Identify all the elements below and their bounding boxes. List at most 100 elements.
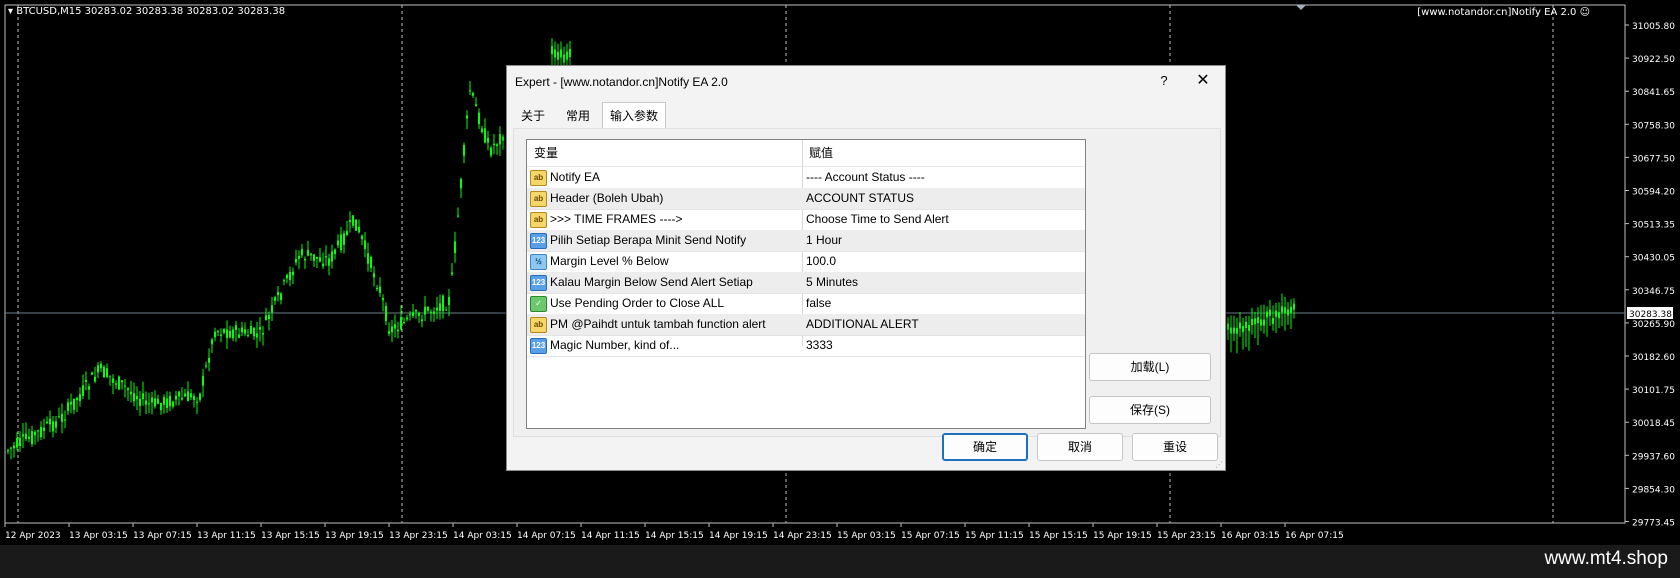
candle-body xyxy=(136,395,138,400)
price-tick-label: 30841.65 xyxy=(1632,88,1675,98)
candle-body xyxy=(1281,306,1283,313)
candle-body xyxy=(148,403,150,405)
candle-body xyxy=(118,376,120,390)
candle-body xyxy=(40,426,42,438)
candle-body xyxy=(415,310,417,312)
parameter-value[interactable]: 5 Minutes xyxy=(806,272,858,293)
candle-body xyxy=(259,327,261,330)
parameter-row[interactable]: ab PM @Paihdt untuk tambah function alert… xyxy=(527,314,1085,336)
candle-body xyxy=(493,143,495,146)
chart-menu-triangle-icon[interactable]: ▾ xyxy=(8,6,13,17)
parameter-value[interactable]: 1 Hour xyxy=(806,230,842,251)
candle-body xyxy=(397,329,399,332)
price-tick-label: 29854.30 xyxy=(1632,485,1675,495)
close-button[interactable]: ✕ xyxy=(1191,71,1215,91)
candle-body xyxy=(436,307,438,311)
parameter-name: Kalau Margin Below Send Alert Setiap xyxy=(550,275,753,289)
parameter-row[interactable]: ab Header (Boleh Ubah) ACCOUNT STATUS xyxy=(527,188,1085,210)
candle-body xyxy=(241,327,243,333)
candle-body xyxy=(217,331,219,333)
candle-body xyxy=(115,383,117,385)
candle-body xyxy=(496,144,498,146)
candle-body xyxy=(304,258,306,261)
candle-body xyxy=(1236,327,1238,334)
header-variable[interactable]: 变量 xyxy=(534,140,558,166)
candle-body xyxy=(367,253,369,264)
parameter-row[interactable]: ½ Margin Level % Below 100.0 xyxy=(527,251,1085,273)
time-tick-label: 14 Apr 19:15 xyxy=(709,531,768,541)
candle-body xyxy=(490,147,492,156)
candle-body xyxy=(286,274,288,279)
candle-body xyxy=(1233,327,1235,334)
header-value[interactable]: 赋值 xyxy=(809,140,833,166)
candle-body xyxy=(1230,327,1232,334)
parameter-row[interactable]: 123 Pilih Setiap Berapa Minit Send Notify… xyxy=(527,230,1085,252)
candle-body xyxy=(178,391,180,397)
candle-body xyxy=(262,333,264,335)
parameter-row[interactable]: ab Notify EA ---- Account Status ---- xyxy=(527,167,1085,189)
parameter-row[interactable]: ab >>> TIME FRAMES ----> Choose Time to Se… xyxy=(527,209,1085,231)
candle-body xyxy=(394,324,396,329)
dialog-titlebar[interactable]: Expert - [www.notandor.cn]Notify EA 2.0 … xyxy=(507,66,1225,96)
candle-body xyxy=(1254,318,1256,325)
time-tick-label: 13 Apr 07:15 xyxy=(133,531,192,541)
candle-body xyxy=(424,306,426,315)
candle-body xyxy=(1284,307,1286,314)
time-tick-label: 14 Apr 07:15 xyxy=(517,531,576,541)
parameter-value[interactable]: ADDITIONAL ALERT xyxy=(806,314,919,335)
time-tick-label: 14 Apr 15:15 xyxy=(645,531,704,541)
tab-input-parameters[interactable]: 输入参数 xyxy=(602,102,666,129)
tab-about[interactable]: 关于 xyxy=(513,105,553,127)
price-tick-label: 30018.45 xyxy=(1632,419,1675,429)
symbol-info: ▾ BTCUSD,M15 30283.02 30283.38 30283.02 … xyxy=(8,6,285,17)
symbol-quote-line: BTCUSD,M15 30283.02 30283.38 30283.02 30… xyxy=(16,6,286,17)
save-button[interactable]: 保存(S) xyxy=(1089,396,1211,424)
parameter-name: PM @Paihdt untuk tambah function alert xyxy=(550,317,766,331)
ea-label-text: [www.notandor.cn]Notify EA 2.0 xyxy=(1417,7,1577,18)
candle-body xyxy=(151,397,153,403)
candle-body xyxy=(268,314,270,320)
candle-body xyxy=(160,403,162,411)
price-tick-label: 29773.45 xyxy=(1632,519,1675,529)
parameter-value[interactable]: Choose Time to Send Alert xyxy=(806,209,949,230)
candle-body xyxy=(307,249,309,256)
candle-body xyxy=(331,251,333,262)
tab-common[interactable]: 常用 xyxy=(557,105,599,127)
price-tick-label: 30265.90 xyxy=(1632,320,1675,330)
input-parameters-grid[interactable]: 变量 赋值 ab Notify EA ---- Account Status ---… xyxy=(526,139,1086,429)
candle-body xyxy=(1269,309,1271,316)
help-button[interactable]: ? xyxy=(1152,71,1176,91)
candle-body xyxy=(457,215,459,217)
time-tick-label: 14 Apr 23:15 xyxy=(773,531,832,541)
candle-body xyxy=(1266,311,1268,318)
string-type-icon: ab xyxy=(530,317,547,333)
time-tick-label: 15 Apr 23:15 xyxy=(1157,531,1216,541)
load-button[interactable]: 加载(L) xyxy=(1089,353,1211,381)
candle-body xyxy=(145,400,147,405)
current-price-label: 30283.38 xyxy=(1629,310,1672,320)
candle-body xyxy=(127,388,129,391)
reset-button[interactable]: 重设 xyxy=(1132,433,1218,461)
parameter-value[interactable]: 3333 xyxy=(806,335,833,356)
parameter-value[interactable]: false xyxy=(806,293,831,314)
candle-body xyxy=(364,240,366,250)
parameter-value[interactable]: 100.0 xyxy=(806,251,836,272)
parameter-row[interactable]: 123 Kalau Margin Below Send Alert Setiap 5… xyxy=(527,272,1085,294)
price-tick-label: 30677.50 xyxy=(1632,154,1675,164)
parameter-row[interactable]: ✓ Use Pending Order to Close ALL false xyxy=(527,293,1085,315)
parameter-row[interactable]: 123 Magic Number, kind of... 3333 xyxy=(527,335,1085,357)
parameter-value[interactable]: ---- Account Status ---- xyxy=(806,167,925,188)
candle-body xyxy=(569,48,571,57)
time-tick-label: 13 Apr 11:15 xyxy=(197,531,256,541)
candle-body xyxy=(208,357,210,363)
candle-body xyxy=(1275,310,1277,317)
cancel-button[interactable]: 取消 xyxy=(1037,433,1123,461)
parameter-value[interactable]: ACCOUNT STATUS xyxy=(806,188,914,209)
candle-body xyxy=(277,291,279,296)
boolean-type-icon: ✓ xyxy=(530,296,547,312)
candle-body xyxy=(463,145,465,156)
ok-button[interactable]: 确定 xyxy=(942,433,1028,461)
price-tick-label: 30101.75 xyxy=(1632,386,1675,396)
candle-body xyxy=(64,419,66,421)
resize-grip-icon[interactable]: ⋰ xyxy=(1215,460,1223,469)
